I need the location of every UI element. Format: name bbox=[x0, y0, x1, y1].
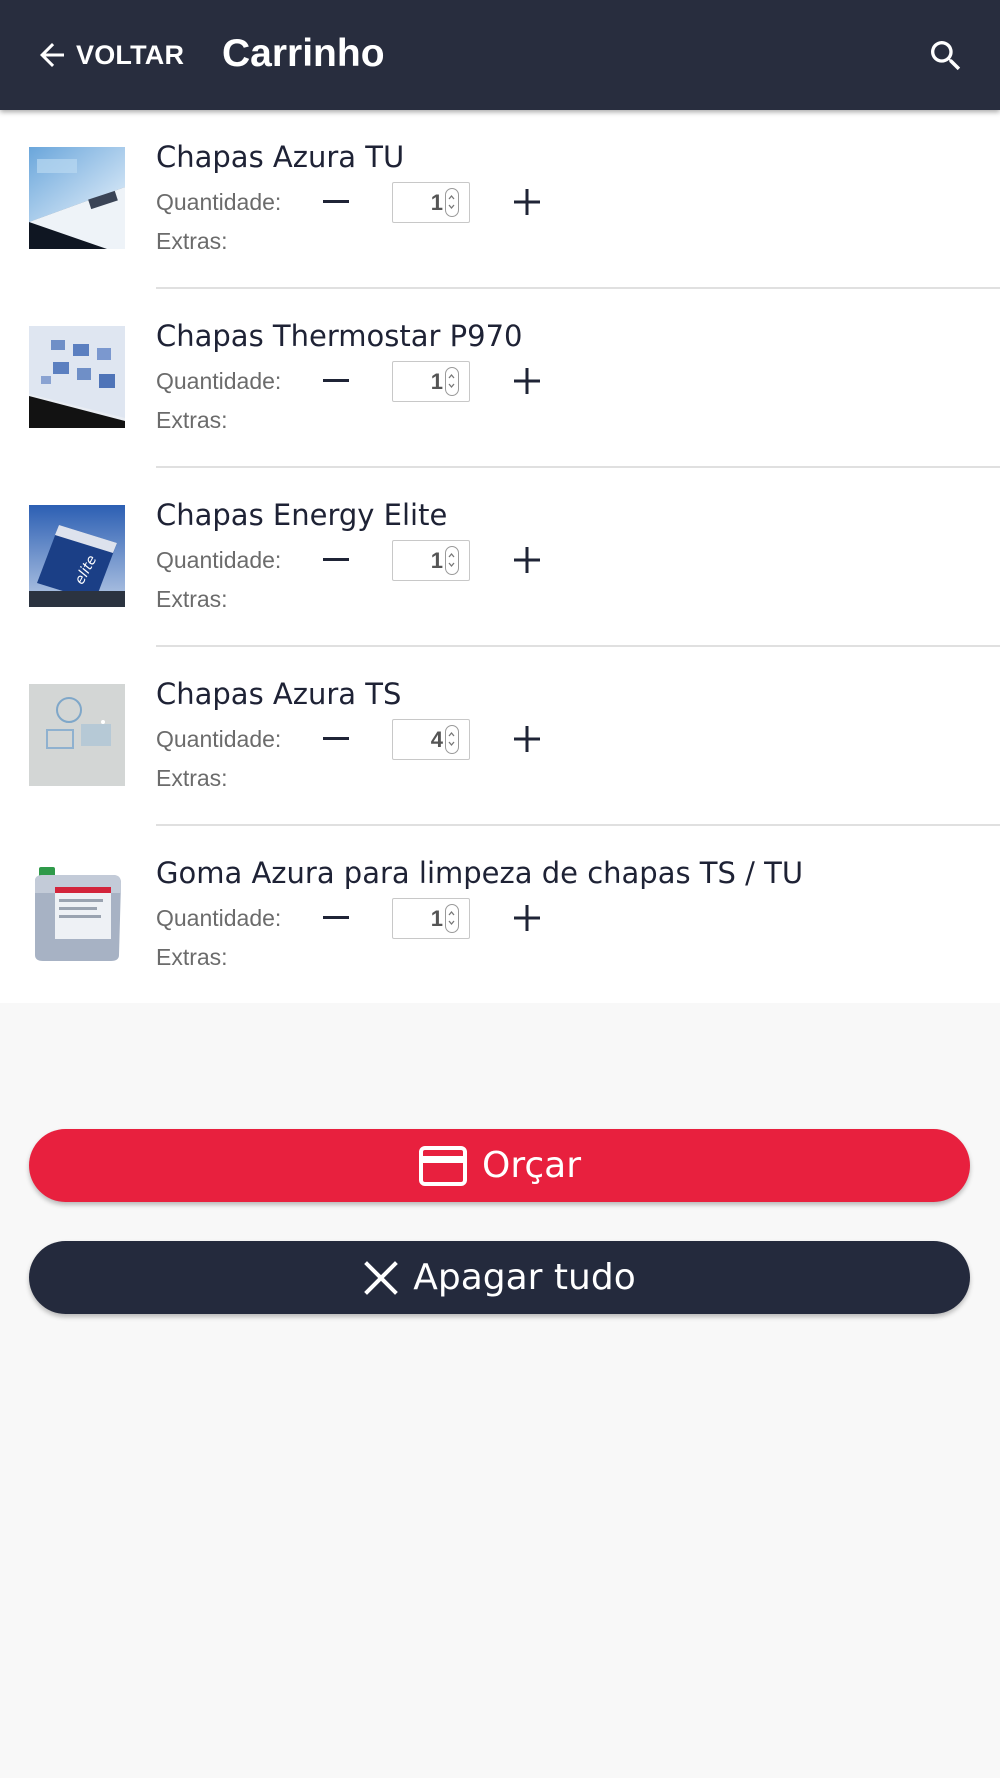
decrease-quantity-button[interactable] bbox=[320, 367, 352, 395]
quantity-value: 1 bbox=[430, 190, 443, 215]
decrease-quantity-button[interactable] bbox=[320, 188, 352, 216]
quantity-label: Quantidade: bbox=[156, 726, 282, 752]
extras-label: Extras: bbox=[156, 944, 228, 970]
search-icon bbox=[931, 41, 961, 71]
quantity-value: 4 bbox=[430, 727, 443, 752]
product-image-goma-azura[interactable] bbox=[29, 863, 125, 965]
extras-label: Extras: bbox=[156, 407, 228, 433]
extras-label: Extras: bbox=[156, 765, 228, 791]
spinner-icon[interactable] bbox=[445, 546, 459, 575]
cart-item: Chapas Azura TU Quantidade: 1 Extras: bbox=[0, 110, 1000, 289]
quantity-label: Quantidade: bbox=[156, 905, 282, 931]
increase-quantity-button[interactable] bbox=[512, 723, 542, 755]
plus-icon bbox=[514, 905, 540, 931]
increase-quantity-button[interactable] bbox=[512, 902, 542, 934]
cart-item: Goma Azura para limpeza de chapas TS / T… bbox=[0, 826, 1000, 1005]
product-name: Chapas Thermostar P970 bbox=[156, 319, 523, 353]
product-name: Chapas Azura TS bbox=[156, 677, 402, 711]
quantity-value: 1 bbox=[430, 369, 443, 394]
clear-all-button[interactable]: Apagar tudo bbox=[29, 1241, 970, 1314]
clear-all-label: Apagar tudo bbox=[413, 1257, 636, 1298]
cart-item: elite Chapas Energy Elite Quantidade: 1 … bbox=[0, 468, 1000, 647]
quantity-label: Quantidade: bbox=[156, 189, 282, 215]
quantity-stepper[interactable]: 4 bbox=[392, 719, 470, 760]
product-image-azura-ts[interactable] bbox=[29, 684, 125, 786]
minus-icon bbox=[323, 737, 349, 740]
quantity-stepper[interactable]: 1 bbox=[392, 540, 470, 581]
product-name: Chapas Azura TU bbox=[156, 140, 405, 174]
close-icon bbox=[364, 1260, 399, 1295]
back-button[interactable]: VOLTAR bbox=[34, 30, 184, 80]
cart-item: Chapas Thermostar P970 Quantidade: 1 Ext… bbox=[0, 289, 1000, 468]
increase-quantity-button[interactable] bbox=[512, 544, 542, 576]
extras-label: Extras: bbox=[156, 586, 228, 612]
decrease-quantity-button[interactable] bbox=[320, 725, 352, 753]
quote-button[interactable]: Orçar bbox=[29, 1129, 970, 1202]
quantity-stepper[interactable]: 1 bbox=[392, 182, 470, 223]
quantity-value: 1 bbox=[430, 548, 443, 573]
quantity-value: 1 bbox=[430, 906, 443, 931]
minus-icon bbox=[323, 379, 349, 382]
decrease-quantity-button[interactable] bbox=[320, 546, 352, 574]
product-name: Goma Azura para limpeza de chapas TS / T… bbox=[156, 856, 804, 890]
plus-icon bbox=[514, 189, 540, 215]
minus-icon bbox=[323, 558, 349, 561]
plus-icon bbox=[514, 368, 540, 394]
app-bar: VOLTAR Carrinho bbox=[0, 0, 1000, 110]
back-label: VOLTAR bbox=[76, 39, 185, 70]
cart-list: Chapas Azura TU Quantidade: 1 Extras: Ch… bbox=[0, 110, 1000, 1003]
page-title: Carrinho bbox=[222, 32, 385, 75]
spinner-icon[interactable] bbox=[445, 188, 459, 217]
minus-icon bbox=[323, 916, 349, 919]
quantity-stepper[interactable]: 1 bbox=[392, 361, 470, 402]
spinner-icon[interactable] bbox=[445, 904, 459, 933]
product-name: Chapas Energy Elite bbox=[156, 498, 448, 532]
quantity-stepper[interactable]: 1 bbox=[392, 898, 470, 939]
quantity-label: Quantidade: bbox=[156, 368, 282, 394]
quantity-label: Quantidade: bbox=[156, 547, 282, 573]
increase-quantity-button[interactable] bbox=[512, 186, 542, 218]
plus-icon bbox=[514, 547, 540, 573]
arrow-left-icon bbox=[40, 43, 64, 67]
search-button[interactable] bbox=[926, 36, 966, 76]
spinner-icon[interactable] bbox=[445, 367, 459, 396]
credit-card-icon bbox=[419, 1145, 467, 1186]
plus-icon bbox=[514, 726, 540, 752]
product-image-azura-tu[interactable] bbox=[29, 147, 125, 249]
minus-icon bbox=[323, 200, 349, 203]
spinner-icon[interactable] bbox=[445, 725, 459, 754]
product-image-energy-elite[interactable]: elite bbox=[29, 505, 125, 607]
product-image-thermostar-p970[interactable] bbox=[29, 326, 125, 428]
cart-item: Chapas Azura TS Quantidade: 4 Extras: bbox=[0, 647, 1000, 826]
extras-label: Extras: bbox=[156, 228, 228, 254]
quote-label: Orçar bbox=[482, 1145, 581, 1186]
decrease-quantity-button[interactable] bbox=[320, 904, 352, 932]
increase-quantity-button[interactable] bbox=[512, 365, 542, 397]
